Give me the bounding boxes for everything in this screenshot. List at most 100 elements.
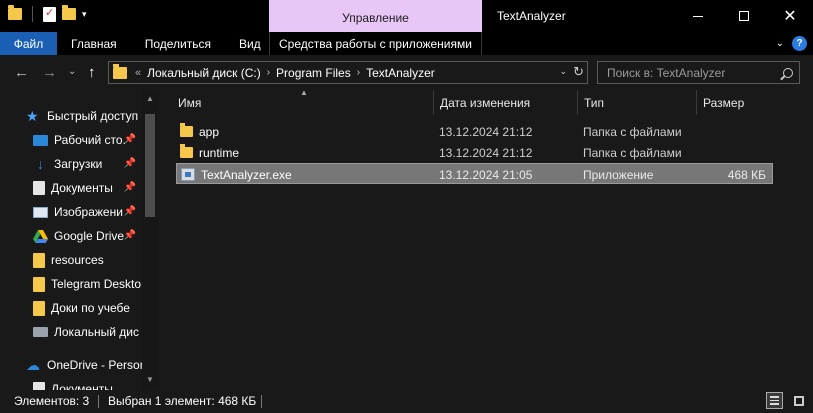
file-name: runtime [199,145,240,160]
sidebar-item-downloads[interactable]: ↓ Загрузки 📌 [33,152,142,176]
maximize-button[interactable] [721,0,767,32]
customize-toolbar-icon[interactable]: ▾ [82,9,87,20]
address-bar[interactable]: « Локальный диск (C:) › Program Files › … [108,61,588,84]
chevron-right-icon[interactable]: › [357,67,360,78]
tab-share[interactable]: Поделиться [131,32,225,55]
sidebar-item-onedrive[interactable]: ☁ OneDrive - Persor [26,353,142,377]
file-name: app [199,124,220,139]
folder-icon [180,144,193,158]
sidebar-item-label: Google Drive [54,229,125,243]
file-row-app[interactable]: app 13.12.2024 21:12 Папка с файлами [176,121,773,142]
folder-icon [8,5,22,20]
breadcrumb-overflow[interactable]: « [135,67,141,79]
status-selection: Выбран 1 элемент: 468 КБ [108,394,257,408]
up-arrow-icon[interactable]: ↑ [88,64,96,81]
quick-access-toolbar: ▾ [8,5,87,22]
sidebar-item-label: Локальный дис [54,325,139,339]
help-icon[interactable]: ? [792,36,807,51]
file-type: Папка с файлами [583,145,682,160]
large-icons-view-icon [793,395,804,406]
sidebar-item-label: Загрузки [54,157,103,171]
chevron-right-icon[interactable]: › [267,67,270,78]
recent-locations-icon[interactable]: ⌄ [68,66,76,77]
sidebar-item-desktop[interactable]: Рабочий сто. 📌 [33,128,142,152]
sidebar-item-label: Рабочий сто. [54,133,126,147]
sidebar-item-local-disk[interactable]: Локальный дис [33,320,142,344]
application-icon [181,168,195,181]
scroll-up-icon[interactable]: ▲ [146,94,154,103]
status-divider [98,395,99,408]
details-view-icon [770,396,779,405]
sidebar-item-telegram[interactable]: Telegram Deskto [33,272,142,296]
column-header-type[interactable]: Тип [578,90,697,115]
sidebar-item-label: Telegram Deskto [51,277,142,291]
minimize-button[interactable] [675,0,721,32]
file-name: TextAnalyzer.exe [201,167,292,182]
sidebar-item-quick-access[interactable]: ★ Быстрый доступ [26,104,158,128]
tab-view[interactable]: Вид [225,32,275,55]
navigation-bar: ← → ⌄ ↑ « Локальный диск (C:) › Program … [0,55,813,90]
expand-ribbon-icon[interactable]: ⌄ [776,38,784,49]
file-type: Папка с файлами [583,124,682,139]
tab-application-tools[interactable]: Средства работы с приложениями [269,32,482,55]
file-name-cell: runtime [180,142,239,163]
file-type: Приложение [583,167,654,182]
column-header-name[interactable]: Имя [172,90,434,115]
pictures-icon [33,206,48,218]
sidebar-item-label: Доки по учебе [51,301,130,315]
pin-icon: 📌 [123,182,136,193]
window-controls: ✕ [675,0,813,32]
sidebar-item-onedrive-documents[interactable]: Документы [33,377,142,390]
file-date: 13.12.2024 21:12 [439,124,533,139]
file-row-textanalyzer-exe[interactable]: TextAnalyzer.exe 13.12.2024 21:05 Прилож… [176,163,773,184]
folder-icon [33,300,45,316]
sidebar-item-label: Документы [51,382,113,390]
details-view-button[interactable] [766,392,783,409]
minimize-icon [693,15,703,17]
tab-file[interactable]: Файл [0,32,57,55]
sidebar-item-label: Документы [51,181,113,195]
large-icons-view-button[interactable] [790,392,807,409]
download-icon: ↓ [37,156,44,172]
sidebar-item-label: resources [51,253,104,267]
drive-icon [33,327,48,337]
window-title: TextAnalyzer [497,9,566,23]
status-divider [261,395,262,408]
refresh-icon[interactable]: ↻ [573,64,584,80]
sidebar-item-google-drive[interactable]: Google Drive 📌 [33,224,142,248]
properties-icon[interactable] [43,6,56,22]
pin-icon: 📌 [123,206,136,217]
close-button[interactable]: ✕ [767,0,813,32]
maximize-icon [739,11,749,21]
file-date: 13.12.2024 21:05 [439,167,533,182]
ribbon-right-controls: ⌄ ? [776,36,807,51]
sidebar-item-documents[interactable]: Документы 📌 [33,176,142,200]
desktop-icon [33,134,48,146]
address-dropdown-icon[interactable]: ⌄ [559,66,567,77]
sidebar-item-study-docs[interactable]: Доки по учебе [33,296,142,320]
breadcrumb-program-files[interactable]: Program Files [276,66,351,80]
sidebar-scrollbar[interactable]: ▲ ▼ [142,90,158,390]
column-header-date[interactable]: Дата изменения [434,90,578,115]
sidebar-item-resources[interactable]: resources [33,248,142,272]
folder-icon [180,123,193,137]
folder-icon [113,63,127,79]
new-folder-icon[interactable] [62,5,76,20]
sidebar-item-pictures[interactable]: Изображени 📌 [33,200,142,224]
column-header-size[interactable]: Размер [697,90,777,115]
file-row-runtime[interactable]: runtime 13.12.2024 21:12 Папка с файлами [176,142,773,163]
ribbon-tabs: Файл Главная Поделиться Вид Средства раб… [0,32,813,55]
breadcrumb-textanalyzer[interactable]: TextAnalyzer [366,66,435,80]
scroll-down-icon[interactable]: ▼ [146,375,154,384]
toolbar-divider [32,6,33,22]
context-tab-manage[interactable]: Управление [269,0,482,32]
search-input[interactable]: Поиск в: TextAnalyzer [597,61,800,84]
scrollbar-thumb[interactable] [145,114,155,217]
forward-arrow-icon[interactable]: → [42,64,57,81]
file-size: 468 КБ [727,167,766,182]
tab-home[interactable]: Главная [57,32,131,55]
google-drive-icon [33,229,48,243]
pin-icon: 📌 [123,230,136,241]
breadcrumb-local-disk[interactable]: Локальный диск (C:) [147,66,261,80]
back-arrow-icon[interactable]: ← [14,64,29,81]
